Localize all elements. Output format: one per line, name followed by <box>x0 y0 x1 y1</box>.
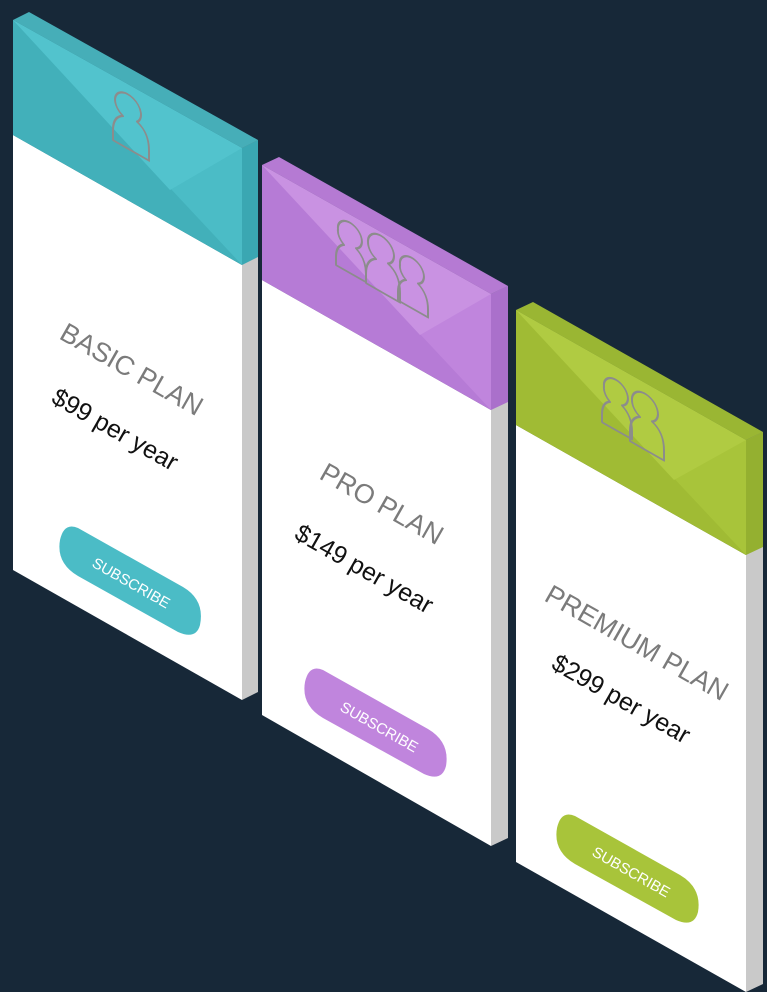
card-header-side <box>242 140 258 265</box>
pricing-scene: BASIC PLAN $99 per year SUBSCRIBE PRO PL… <box>13 12 763 992</box>
pricing-card-pro: PRO PLAN $149 per year SUBSCRIBE <box>262 157 508 846</box>
card-header-side <box>491 286 508 410</box>
card-header-side <box>746 432 763 555</box>
pricing-card-basic: BASIC PLAN $99 per year SUBSCRIBE <box>13 12 258 700</box>
pricing-card-premium: PREMIUM PLAN $299 per year SUBSCRIBE <box>516 302 763 992</box>
